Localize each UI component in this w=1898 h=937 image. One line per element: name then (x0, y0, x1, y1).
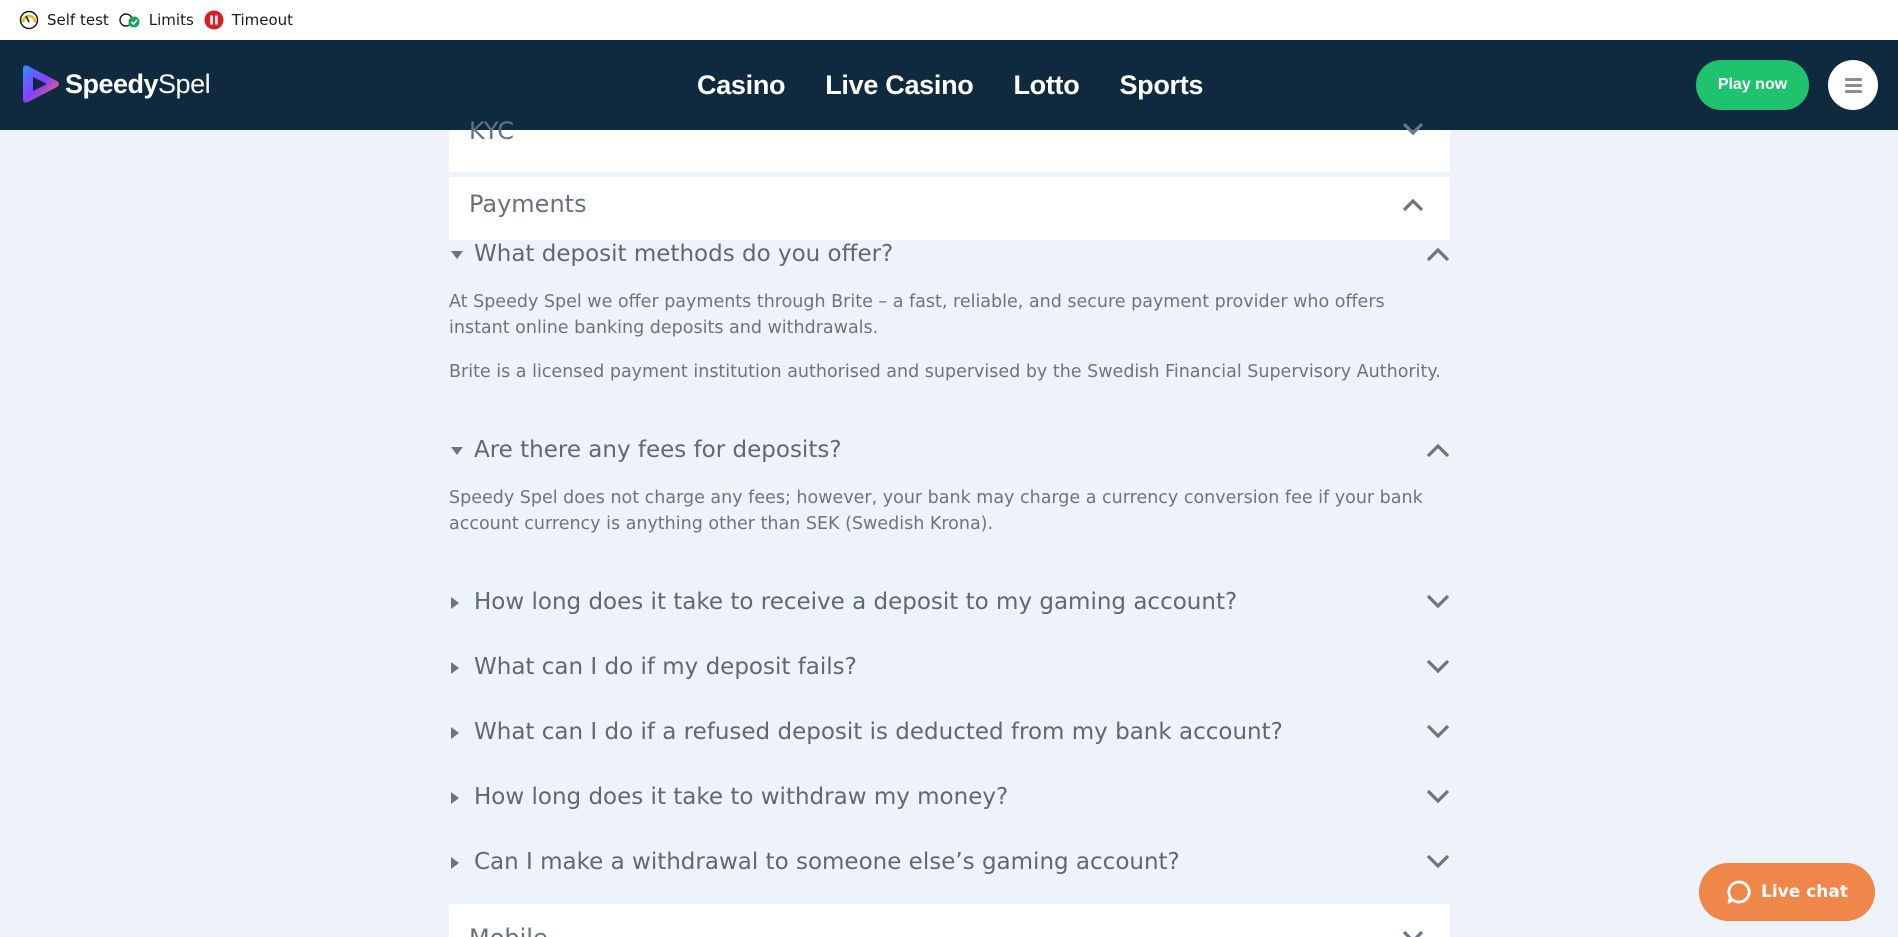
live-chat-button[interactable]: Live chat (1699, 863, 1875, 921)
caret-right-icon (451, 857, 459, 869)
utility-bar: Self test Limits Timeout (0, 0, 1898, 40)
chat-bubble-icon (1727, 880, 1751, 904)
answer-paragraph: Brite is a licensed payment institution … (449, 362, 1441, 382)
answer-paragraph: At Speedy Spel we offer payments through… (449, 292, 1385, 338)
faq-question-deposit-fees[interactable]: Are there any fees for deposits? (449, 437, 1450, 467)
faq-question-deposit-time[interactable]: How long does it take to receive a depos… (449, 589, 1450, 619)
self-test-link[interactable]: Self test (19, 10, 109, 30)
faq-question-withdraw-other-account[interactable]: Can I make a withdrawal to someone else’… (449, 849, 1450, 879)
chevron-up-icon (1402, 198, 1424, 212)
play-now-button[interactable]: Play now (1696, 60, 1809, 110)
chevron-down-icon (1402, 930, 1424, 937)
faq-question-deposit-fails[interactable]: What can I do if my deposit fails? (449, 654, 1450, 684)
hamburger-menu-button[interactable] (1828, 60, 1878, 110)
play-logo-icon (23, 65, 59, 103)
question-text: How long does it take to withdraw my mon… (474, 784, 1009, 810)
section-title-mobile: Mobile (469, 924, 548, 937)
pause-icon (204, 10, 224, 30)
timeout-label: Timeout (231, 11, 294, 29)
chevron-down-icon (1426, 854, 1450, 869)
gauge-icon (19, 10, 39, 30)
chevron-down-icon (1402, 122, 1424, 136)
chevron-down-icon (1426, 789, 1450, 804)
question-text: What can I do if a refused deposit is de… (474, 719, 1283, 745)
live-chat-label: Live chat (1761, 882, 1848, 902)
faq-section-mobile[interactable]: Mobile (449, 904, 1450, 937)
main-header: SpeedySpel Casino Live Casino Lotto Spor… (0, 40, 1898, 130)
caret-right-icon (451, 597, 459, 609)
limits-icon (119, 13, 140, 28)
caret-down-icon (451, 251, 463, 259)
chevron-down-icon (1426, 594, 1450, 609)
chevron-up-icon (1426, 247, 1450, 262)
chevron-up-icon (1426, 443, 1450, 458)
main-nav: Casino Live Casino Lotto Sports (697, 70, 1243, 101)
menu-icon (1844, 77, 1862, 81)
question-text: What deposit methods do you offer? (474, 241, 894, 267)
answer-paragraph: Speedy Spel does not charge any fees; ho… (449, 488, 1423, 534)
chevron-down-icon (1426, 724, 1450, 739)
nav-casino[interactable]: Casino (697, 70, 786, 101)
self-test-label: Self test (47, 11, 109, 29)
faq-question-refused-deposit[interactable]: What can I do if a refused deposit is de… (449, 719, 1450, 749)
faq-section-kyc[interactable]: KYC (449, 117, 1450, 172)
nav-lotto[interactable]: Lotto (1013, 70, 1079, 101)
timeout-link[interactable]: Timeout (204, 10, 293, 30)
limits-link[interactable]: Limits (119, 10, 194, 30)
caret-right-icon (451, 792, 459, 804)
caret-right-icon (451, 662, 459, 674)
section-title-kyc: KYC (469, 117, 514, 145)
faq-question-deposit-methods[interactable]: What deposit methods do you offer? (449, 241, 1450, 271)
caret-down-icon (451, 447, 463, 455)
section-title-payments: Payments (469, 190, 587, 218)
question-text: Are there any fees for deposits? (474, 437, 842, 463)
question-text: Can I make a withdrawal to someone else’… (474, 849, 1180, 875)
question-text: How long does it take to receive a depos… (474, 589, 1238, 615)
limits-label: Limits (148, 11, 194, 29)
nav-live-casino[interactable]: Live Casino (825, 70, 974, 101)
nav-sports[interactable]: Sports (1119, 70, 1203, 101)
question-text: What can I do if my deposit fails? (474, 654, 857, 680)
caret-right-icon (451, 727, 459, 739)
logo-text: SpeedySpel (65, 68, 211, 99)
speedyspel-logo[interactable]: SpeedySpel (19, 63, 211, 105)
faq-question-withdraw-time[interactable]: How long does it take to withdraw my mon… (449, 784, 1450, 814)
chevron-down-icon (1426, 659, 1450, 674)
faq-section-payments[interactable]: Payments (449, 177, 1450, 240)
